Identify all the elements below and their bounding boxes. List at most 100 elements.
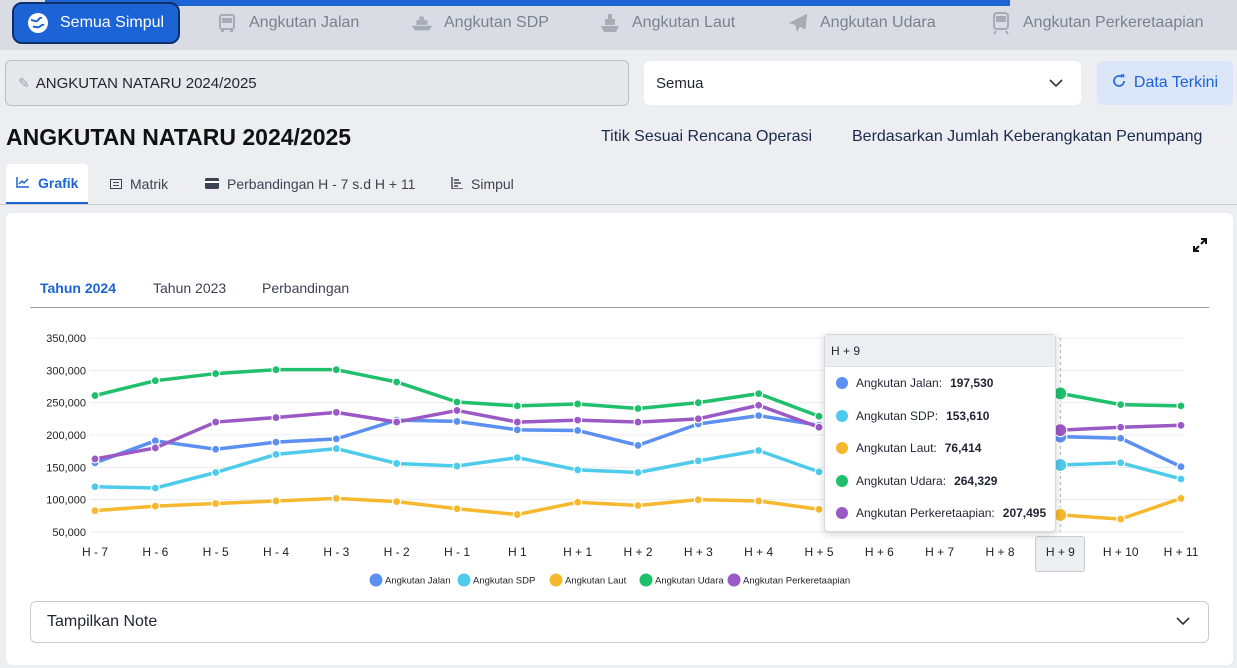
category-select[interactable]: Semua [644,61,1081,105]
x-tick-label: H - 5 [203,545,229,559]
tooltip-category: H + 9 [825,335,1055,367]
legend-label: Angkutan Laut [565,576,627,587]
tab-grafik[interactable]: Grafik [6,164,88,204]
mode-tab-angkutan-perkeretaapian[interactable]: Angkutan Perkeretaapian [989,2,1204,44]
data-point [814,422,824,432]
expand-icon[interactable] [1192,237,1208,256]
data-point [633,467,643,478]
data-point [573,497,583,507]
bus-icon [215,11,239,35]
legend-label: Angkutan Udara [655,576,724,587]
data-point [271,496,281,506]
tab-matrik[interactable]: Matrik [100,164,178,204]
data-point [1116,433,1126,443]
tooltip-series-name: Angkutan Perkeretaapian: [856,506,995,521]
mode-tab-label: Angkutan Perkeretaapian [1023,14,1204,31]
tooltip-series-value: 197,530 [950,376,994,391]
x-tick-label: H - 6 [142,545,168,559]
tab-perbandingan-h7-h11[interactable]: Perbandingan H - 7 s.d H + 11 [195,164,425,204]
tooltip-series-name: Angkutan SDP: [856,408,939,423]
bar-list-icon [451,176,463,192]
event-title-field[interactable]: ✎ ANGKUTAN NATARU 2024/2025 [5,60,629,106]
legend-label: Angkutan Perkeretaapian [743,576,850,587]
data-point [1176,420,1186,430]
x-tick-label: H + 8 [985,545,1014,559]
tab-simpul[interactable]: Simpul [441,164,524,204]
jumlah-keberangkatan-link[interactable]: Berdasarkan Jumlah Keberangkatan Penumpa… [852,128,1202,146]
data-point [392,497,402,507]
tooltip-row: Angkutan Jalan: 197,530 [825,367,1055,400]
tooltip-row: Angkutan SDP: 153,610 [825,400,1055,433]
data-point [211,467,221,478]
y-tick-label: 200,000 [46,430,86,442]
mode-tab-angkutan-udara[interactable]: Angkutan Udara [786,2,936,44]
data-point [392,377,402,387]
data-point [754,410,764,421]
x-tick-label: H + 2 [623,545,652,559]
tab-label: Simpul [471,176,514,192]
data-point [150,483,160,493]
legend-dot-icon [639,573,653,587]
legend-dot-icon [836,409,848,422]
data-point [512,417,522,427]
data-point [150,443,160,453]
data-point [211,498,221,509]
y-tick-label: 250,000 [46,398,86,410]
titik-rencana-operasi-link[interactable]: Titik Sesuai Rencana Operasi [601,128,812,146]
card-icon [205,176,219,192]
x-tick-label: H + 10 [1103,545,1139,559]
data-terkini-button[interactable]: Data Terkini [1097,61,1233,105]
data-point [573,425,583,436]
tab-tahun-2023[interactable]: Tahun 2023 [153,280,226,296]
data-point [452,405,462,416]
transport-mode-bar: Semua Simpul Angkutan Jalan Angkutan SDP… [0,0,1237,50]
x-tick-label: H - 1 [444,545,470,559]
data-point [512,425,522,435]
data-point [331,434,341,444]
x-tick-label: H + 1 [563,545,592,559]
data-point [512,453,522,463]
legend-dot-icon [549,573,563,587]
data-point [331,493,341,503]
tab-tahun-2024[interactable]: Tahun 2024 [40,280,116,296]
chart-tooltip: H + 9 Angkutan Jalan: 197,530 Angkutan S… [824,334,1056,532]
mode-tab-semua-simpul[interactable]: Semua Simpul [12,2,180,44]
mode-tab-angkutan-jalan[interactable]: Angkutan Jalan [215,2,359,44]
event-title-value: ANGKUTAN NATARU 2024/2025 [35,74,257,92]
legend-dot-icon [836,507,848,520]
legend-dot-icon [727,573,741,587]
category-select-value: Semua [656,74,704,92]
x-tick-label: H - 3 [323,545,349,559]
ship-icon [598,11,622,35]
data-point [1176,401,1186,411]
x-tick-label: H 1 [508,545,527,559]
x-tick-label: H - 2 [384,545,410,559]
data-point [392,417,402,427]
data-point [573,415,583,425]
tampilkan-note-dropdown[interactable]: Tampilkan Note [30,601,1209,643]
data-point [1176,493,1186,503]
data-point [1116,458,1126,468]
data-point [693,495,703,505]
data-point [211,417,221,427]
legend-dot-icon [836,442,848,455]
data-point [633,500,643,511]
data-point [211,368,221,379]
legend-dot-icon [457,573,471,587]
data-point [633,417,643,427]
data-point [1116,422,1126,432]
data-point [271,449,281,459]
globe-icon [26,11,50,35]
data-point [271,412,281,423]
data-point [633,440,643,450]
mode-tab-angkutan-laut[interactable]: Angkutan Laut [598,2,735,44]
tooltip-series-value: 264,329 [954,473,998,488]
legend-label: Angkutan SDP [473,576,535,587]
y-tick-label: 350,000 [46,333,86,345]
line-chart-icon [16,175,30,191]
data-point [452,416,462,427]
tab-perbandingan[interactable]: Perbandingan [262,280,349,296]
mode-tab-angkutan-sdp[interactable]: Angkutan SDP [410,2,549,44]
x-tick-label: H + 4 [744,545,773,559]
data-terkini-label: Data Terkini [1133,74,1219,91]
